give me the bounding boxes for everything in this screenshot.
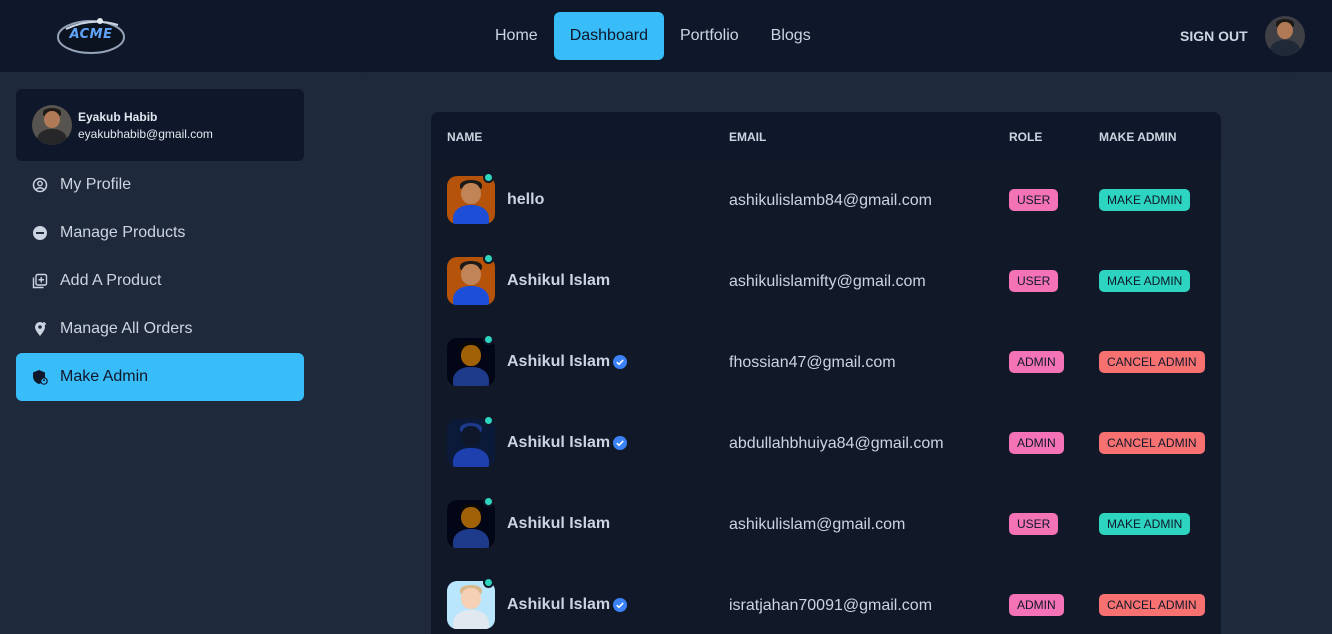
profile-card: Eyakub Habib eyakubhabib@gmail.com: [16, 89, 304, 161]
nav-dashboard[interactable]: Dashboard: [553, 12, 664, 60]
sidebar-item-label: Manage All Orders: [60, 320, 193, 337]
location-pin-icon: [32, 321, 48, 337]
user-name: Ashikul Islam: [507, 596, 628, 614]
acme-logo[interactable]: ACME: [56, 15, 126, 57]
user-name: Ashikul Islam: [507, 353, 628, 371]
online-status-dot: [483, 415, 494, 426]
sidebar-item-label: Make Admin: [60, 368, 149, 385]
user-name: Ashikul Islam: [507, 515, 611, 532]
sidebar-item-add-product[interactable]: Add A Product: [16, 257, 304, 305]
user-name: Ashikul Islam: [507, 434, 628, 452]
make-admin-button[interactable]: MAKE ADMIN: [1099, 513, 1191, 535]
table-row: Ashikul Islam ashikulislam@gmail.com USE…: [431, 484, 1221, 565]
user-email: ashikulislamifty@gmail.com: [729, 273, 926, 290]
sidebar: Eyakub Habib eyakubhabib@gmail.com My Pr…: [0, 72, 320, 634]
profile-name: Eyakub Habib: [78, 110, 158, 124]
user-email: ashikulislam@gmail.com: [729, 516, 906, 533]
minus-circle-icon: [32, 225, 48, 241]
add-box-icon: [32, 273, 48, 289]
sidebar-item-manage-products[interactable]: Manage Products: [16, 209, 304, 257]
top-navbar: ACME Home Dashboard Portfolio Blogs SIGN…: [0, 0, 1332, 72]
table-header: NAME EMAIL ROLE MAKE ADMIN: [431, 112, 1221, 160]
role-badge: USER: [1009, 189, 1059, 211]
make-admin-button[interactable]: MAKE ADMIN: [1099, 189, 1191, 211]
user-email: isratjahan70091@gmail.com: [729, 597, 933, 614]
sidebar-item-label: My Profile: [60, 176, 132, 193]
column-header-make-admin: MAKE ADMIN: [1099, 130, 1177, 144]
make-admin-button[interactable]: MAKE ADMIN: [1099, 270, 1191, 292]
user-email: abdullahbhuiya84@gmail.com: [729, 435, 944, 452]
user-avatar: [447, 419, 495, 467]
column-header-role: ROLE: [1009, 130, 1043, 144]
table-row: Ashikul Islam ashikulislamifty@gmail.com…: [431, 241, 1221, 322]
main-nav: Home Dashboard Portfolio Blogs: [479, 12, 827, 60]
sign-out-button[interactable]: SIGN OUT: [1180, 28, 1248, 44]
user-avatar: [447, 581, 495, 629]
user-name: Ashikul Islam: [507, 272, 611, 289]
users-table: NAME EMAIL ROLE MAKE ADMIN hello ashikul…: [431, 112, 1221, 634]
user-avatar: [447, 176, 495, 224]
role-badge: USER: [1009, 270, 1059, 292]
user-avatar: [447, 257, 495, 305]
sidebar-item-my-profile[interactable]: My Profile: [16, 161, 304, 209]
sidebar-item-manage-orders[interactable]: Manage All Orders: [16, 305, 304, 353]
user-name: hello: [507, 191, 545, 208]
role-badge: USER: [1009, 513, 1059, 535]
verified-badge-icon: [613, 355, 628, 369]
cancel-admin-button[interactable]: CANCEL ADMIN: [1099, 351, 1205, 373]
verified-badge-icon: [613, 436, 628, 450]
cancel-admin-button[interactable]: CANCEL ADMIN: [1099, 432, 1205, 454]
sidebar-item-label: Manage Products: [60, 224, 186, 241]
table-row: Ashikul Islam abdullahbhuiya84@gmail.com…: [431, 403, 1221, 484]
sidebar-item-label: Add A Product: [60, 272, 162, 289]
online-status-dot: [483, 496, 494, 507]
profile-email: eyakubhabib@gmail.com: [78, 127, 213, 141]
verified-badge-icon: [613, 598, 628, 612]
user-email: fhossian47@gmail.com: [729, 354, 896, 371]
user-email: ashikulislamb84@gmail.com: [729, 192, 932, 209]
table-row: Ashikul Islam isratjahan70091@gmail.com …: [431, 565, 1221, 634]
table-row: hello ashikulislamb84@gmail.com USER MAK…: [431, 160, 1221, 241]
online-status-dot: [483, 172, 494, 183]
shield-user-icon: [32, 369, 48, 385]
cancel-admin-button[interactable]: CANCEL ADMIN: [1099, 594, 1205, 616]
nav-blogs[interactable]: Blogs: [755, 12, 827, 60]
profile-avatar: [32, 105, 72, 145]
user-avatar: [447, 500, 495, 548]
nav-portfolio[interactable]: Portfolio: [664, 12, 755, 60]
online-status-dot: [483, 253, 494, 264]
online-status-dot: [483, 334, 494, 345]
table-row: Ashikul Islam fhossian47@gmail.com ADMIN…: [431, 322, 1221, 403]
sidebar-item-make-admin[interactable]: Make Admin: [16, 353, 304, 401]
column-header-email: EMAIL: [729, 130, 767, 144]
header-avatar[interactable]: [1265, 16, 1305, 56]
logo-text: ACME: [69, 27, 113, 42]
nav-home[interactable]: Home: [479, 12, 554, 60]
online-status-dot: [483, 577, 494, 588]
user-avatar: [447, 338, 495, 386]
role-badge: ADMIN: [1009, 351, 1064, 373]
column-header-name: NAME: [447, 130, 483, 144]
user-circle-icon: [32, 177, 48, 193]
role-badge: ADMIN: [1009, 594, 1064, 616]
role-badge: ADMIN: [1009, 432, 1064, 454]
